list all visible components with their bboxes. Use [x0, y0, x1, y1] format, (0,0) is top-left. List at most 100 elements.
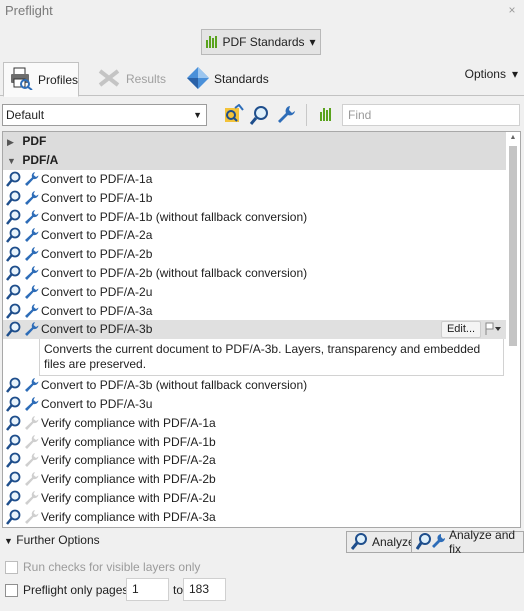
collapse-icon: ▼: [4, 536, 13, 546]
list-item[interactable]: Verify compliance with PDF/A-3a: [3, 508, 506, 527]
scrollbar-thumb[interactable]: [509, 146, 517, 346]
profile-list[interactable]: ▶ PDF ▼ PDF/A Convert to PDF/A-1a Convert…: [2, 131, 521, 528]
chevron-down-icon: ▾: [511, 67, 518, 81]
further-options-toggle[interactable]: ▼ Further Options: [0, 531, 340, 549]
analyze-and-fix-label: Analyze and fix: [449, 528, 516, 556]
preflight-pages-checkbox-row[interactable]: Preflight only pages: [5, 583, 128, 597]
further-options-label: Further Options: [16, 533, 100, 547]
magnifier-icon: [6, 509, 22, 527]
list-item-label: Convert to PDF/A-2b (without fallback co…: [41, 266, 308, 280]
list-item[interactable]: Convert to PDF/A-2b (without fallback co…: [3, 264, 506, 283]
edit-button[interactable]: Edit...: [441, 321, 481, 339]
tab-profiles-label: Profiles: [38, 72, 79, 87]
list-item[interactable]: Convert to PDF/A-2a: [3, 226, 506, 245]
pdf-standards-label: PDF Standards: [222, 35, 305, 49]
wrench-icon: [23, 509, 40, 527]
bars-icon: [319, 108, 331, 121]
page-from-input[interactable]: 1: [126, 578, 169, 601]
options-menu[interactable]: Options ▾: [465, 67, 518, 81]
magnifier-wrench-icon: [415, 532, 446, 553]
list-item[interactable]: Convert to PDF/A-3u: [3, 395, 506, 414]
profile-select[interactable]: Default ▼: [2, 104, 207, 126]
profile-description: Converts the current document to PDF/A-3…: [39, 339, 504, 377]
list-item[interactable]: Verify compliance with PDF/A-2b: [3, 470, 506, 489]
list-item-label: Convert to PDF/A-1a: [41, 172, 153, 186]
tab-bar: Profiles Results Standards Options ▾: [0, 60, 524, 97]
tab-profiles[interactable]: Profiles: [3, 62, 79, 97]
list-item[interactable]: Verify compliance with PDF/A-1b: [3, 433, 506, 452]
options-label: Options: [464, 67, 506, 81]
magnifier-icon: [6, 321, 22, 343]
profile-options-icon[interactable]: [223, 104, 245, 126]
list-item-selected[interactable]: Convert to PDF/A-3b Edit...: [3, 320, 506, 340]
list-item-label: Convert to PDF/A-2b: [41, 247, 153, 262]
list-item-label: Convert to PDF/A-3u: [41, 397, 153, 411]
tab-standards-label: Standards: [214, 72, 269, 86]
analyze-button[interactable]: Analyze: [346, 531, 420, 553]
item-icons: [6, 509, 40, 527]
close-icon[interactable]: ×: [504, 2, 520, 18]
pdf-standards-button[interactable]: PDF Standards ▾: [201, 29, 321, 55]
group-pdf[interactable]: ▶ PDF: [3, 132, 506, 151]
collapse-icon: ▼: [7, 156, 16, 166]
chevron-down-icon: ▼: [193, 110, 202, 120]
list-item-label: Convert to PDF/A-2u: [41, 284, 153, 299]
list-item[interactable]: Verify compliance with PDF/A-1a: [3, 414, 506, 433]
list-item-label: Convert to PDF/A-1b (without fallback co…: [41, 209, 308, 224]
list-item[interactable]: Verify compliance with PDF/A-2a: [3, 451, 506, 470]
page-to-input[interactable]: 183: [183, 578, 226, 601]
chevron-down-icon: ▾: [309, 35, 316, 49]
list-item-label: Convert to PDF/A-3b (without fallback co…: [41, 378, 308, 393]
wrench-cross-icon: [96, 67, 122, 92]
list-item[interactable]: Convert to PDF/A-2b: [3, 245, 506, 264]
list-item-label: Convert to PDF/A-1b: [41, 190, 153, 205]
list-item[interactable]: Convert to PDF/A-3b (without fallback co…: [3, 376, 506, 395]
group-label: PDF: [22, 134, 47, 148]
visible-layers-checkbox-row[interactable]: Run checks for visible layers only: [5, 560, 200, 574]
tab-standards[interactable]: Standards: [186, 62, 269, 96]
list-item-label: Convert to PDF/A-3b: [41, 322, 153, 337]
title-bar: Preflight ×: [0, 0, 524, 24]
tab-results-label: Results: [126, 72, 167, 86]
preflight-pages-checkbox[interactable]: [5, 583, 18, 597]
visible-layers-checkbox[interactable]: [5, 560, 18, 574]
list-item[interactable]: Convert to PDF/A-2u: [3, 283, 506, 302]
list-item-label: Convert to PDF/A-2a: [41, 228, 153, 243]
list-item[interactable]: Verify compliance with PDF/A-2u: [3, 489, 506, 508]
magnifier-icon: [350, 532, 369, 553]
list-item[interactable]: Convert to PDF/A-1b (without fallback co…: [3, 208, 506, 227]
wrench-icon: [23, 321, 40, 343]
group-pdfa[interactable]: ▼ PDF/A: [3, 151, 506, 170]
group-label: PDF/A: [22, 153, 59, 167]
visible-layers-label: Run checks for visible layers only: [23, 560, 201, 574]
list-item-label: Verify compliance with PDF/A-1b: [41, 434, 216, 449]
analyze-label: Analyze: [372, 535, 415, 549]
diamond-icon: [186, 66, 210, 93]
bars-icon: [206, 36, 218, 48]
wrench-icon[interactable]: [275, 104, 297, 126]
toolbar-divider: [306, 104, 307, 126]
analyze-and-fix-button[interactable]: Analyze and fix: [411, 528, 524, 556]
list-item-label: Verify compliance with PDF/A-2b: [41, 472, 216, 487]
list-item-label: Convert to PDF/A-3a: [41, 303, 153, 318]
preflight-pages-label: Preflight only pages: [23, 583, 129, 597]
list-item-label: Verify compliance with PDF/A-2u: [41, 491, 216, 505]
expand-icon: ▶: [7, 137, 14, 147]
list-item-label: Verify compliance with PDF/A-2a: [41, 453, 216, 468]
search-icon[interactable]: [249, 104, 271, 126]
printer-icon: [8, 66, 34, 93]
toolbar: Default ▼ Find: [0, 100, 524, 130]
tab-results[interactable]: Results: [96, 62, 166, 96]
profile-select-value: Default: [6, 108, 45, 122]
list-item[interactable]: Convert to PDF/A-1b: [3, 189, 506, 208]
list-item[interactable]: Convert to PDF/A-3a: [3, 302, 506, 321]
scroll-up-icon[interactable]: ▲: [509, 134, 517, 141]
item-icons: [6, 321, 40, 343]
list-item[interactable]: Convert to PDF/A-1a: [3, 170, 506, 189]
find-input[interactable]: Find: [342, 104, 520, 126]
pdf-standards-icon[interactable]: [314, 104, 336, 126]
list-item-label: Verify compliance with PDF/A-1a: [41, 415, 216, 430]
flag-menu-icon[interactable]: [484, 322, 502, 336]
list-item-label: Verify compliance with PDF/A-3a: [41, 509, 216, 524]
page-to-label: to: [173, 583, 184, 597]
